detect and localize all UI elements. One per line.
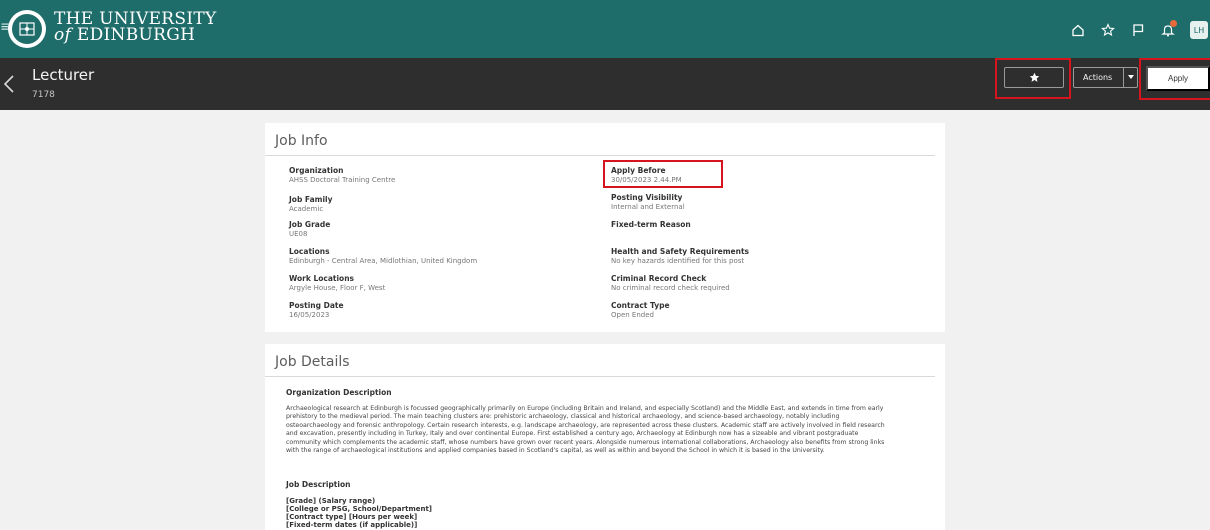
field-posting-visibility: Posting Visibility Internal and External (611, 193, 685, 211)
job-description-label: Job Description (286, 480, 351, 489)
requisition-number: 7178 (32, 90, 55, 100)
chevron-down-icon[interactable] (1123, 68, 1137, 87)
list-item: [Grade] (Salary range) (286, 497, 376, 505)
university-crest-logo[interactable] (8, 10, 46, 48)
notification-badge (1170, 20, 1177, 27)
field-criminal-record-check: Criminal Record Check No criminal record… (611, 274, 730, 292)
field-organization: Organization AHSS Doctoral Training Cent… (289, 166, 396, 184)
user-avatar[interactable]: LH (1190, 21, 1208, 39)
field-job-grade: Job Grade UE08 (289, 220, 331, 238)
divider (265, 376, 935, 377)
field-job-family: Job Family Academic (289, 195, 333, 213)
field-apply-before: Apply Before 30/05/2023 2.44.PM (611, 166, 682, 184)
organization-description-text: Archaeological research at Edinburgh is … (286, 405, 885, 455)
job-details-title: Job Details (275, 354, 350, 370)
header-icon-group: LH (1058, 20, 1210, 40)
apply-button[interactable]: Apply (1146, 66, 1210, 91)
field-contract-type: Contract Type Open Ended (611, 301, 670, 319)
flag-icon[interactable] (1128, 20, 1148, 40)
app-header: ≡ THE UNIVERSITY of EDINBURGH LH (0, 0, 1210, 58)
job-info-card: Job Info Organization AHSS Doctoral Trai… (265, 123, 945, 332)
list-item: [Contract type] [Hours per week] (286, 513, 418, 521)
field-fixed-term-reason: Fixed-term Reason (611, 220, 691, 229)
favorite-button[interactable] (1004, 67, 1064, 88)
list-item: [College or PSG, School/Department] (286, 505, 433, 513)
actions-label: Actions (1083, 73, 1113, 82)
job-info-title: Job Info (275, 133, 328, 149)
home-icon[interactable] (1068, 20, 1088, 40)
job-details-card: Job Details Organization Description Arc… (265, 344, 945, 530)
field-posting-date: Posting Date 16/05/2023 (289, 301, 344, 319)
page-title: Lecturer (32, 66, 95, 84)
back-arrow-icon[interactable] (2, 74, 16, 94)
field-locations: Locations Edinburgh - Central Area, Midl… (289, 247, 478, 265)
bell-icon[interactable] (1158, 20, 1178, 40)
star-icon (1029, 72, 1039, 82)
organization-description-label: Organization Description (286, 388, 392, 397)
star-icon[interactable] (1098, 20, 1118, 40)
actions-menu-button[interactable]: Actions (1073, 67, 1138, 88)
field-health-safety: Health and Safety Requirements No key ha… (611, 247, 750, 265)
university-name: THE UNIVERSITY of EDINBURGH (54, 11, 217, 45)
field-work-locations: Work Locations Argyle House, Floor F, We… (289, 274, 386, 292)
list-item: [Fixed-term dates (if applicable)] (286, 521, 418, 529)
divider (265, 155, 935, 156)
university-name-line2: of EDINBURGH (54, 25, 196, 45)
job-description-list: [Grade] (Salary range) [College or PSG, … (286, 497, 432, 529)
